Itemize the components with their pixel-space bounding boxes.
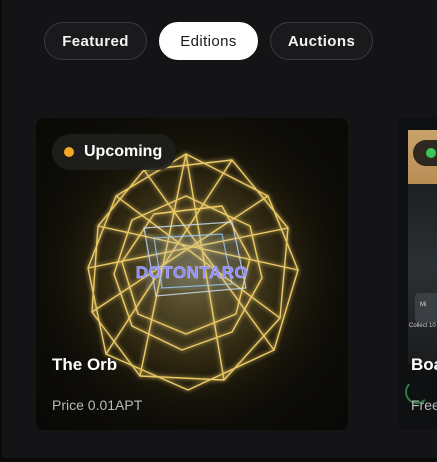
tab-auctions-label: Auctions: [287, 32, 356, 50]
next-edition-price: Free: [411, 397, 437, 413]
next-card-preview-box: [415, 293, 437, 323]
next-edition-title: Boa: [411, 355, 437, 374]
next-status-dot-icon: [426, 148, 436, 158]
edition-card-next[interactable]: Mi Collect 10 Boa Free: [397, 118, 437, 430]
status-badge: Upcoming: [52, 134, 177, 170]
tab-featured[interactable]: Featured: [44, 22, 147, 60]
edition-price: Price 0.01APT: [52, 397, 143, 413]
next-card-artwork: [408, 184, 437, 364]
collection-tabs: Featured Editions Auctions: [44, 22, 373, 60]
tab-editions[interactable]: Editions: [159, 22, 258, 60]
edition-card-the-orb[interactable]: DOTONTARO Upcoming The Orb Price 0.01APT: [36, 118, 348, 430]
tab-auctions[interactable]: Auctions: [270, 22, 373, 60]
status-label: Upcoming: [84, 143, 163, 160]
edition-title: The Orb: [52, 355, 118, 374]
orb-artwork-text: DOTONTARO: [136, 263, 248, 282]
tab-featured-label: Featured: [62, 32, 129, 50]
next-card-preview-text: Collect 10: [409, 323, 436, 329]
status-dot-icon: [64, 147, 74, 157]
next-card-preview-label: Mi: [420, 302, 427, 308]
tab-editions-label: Editions: [180, 32, 237, 50]
editions-screen: Featured Editions Auctions DOTONTARO Upc…: [0, 0, 437, 462]
